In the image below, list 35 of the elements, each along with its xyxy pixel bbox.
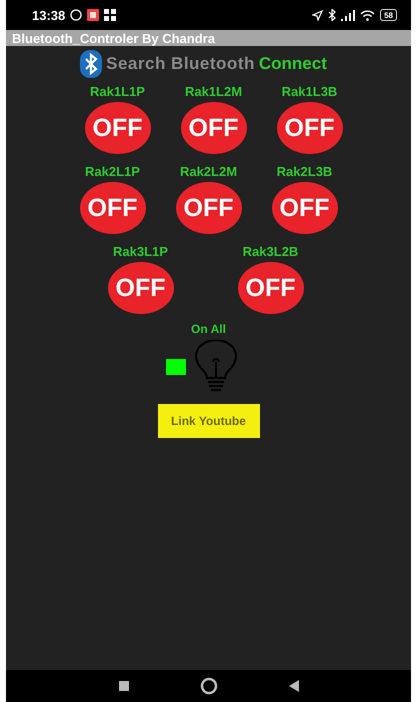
- bluetooth-icon[interactable]: [80, 50, 102, 78]
- bluetooth-icon: [328, 9, 336, 21]
- indicator-square[interactable]: [166, 359, 186, 375]
- off-button[interactable]: OFF: [176, 182, 242, 234]
- location-icon: [312, 10, 324, 20]
- back-icon[interactable]: [288, 679, 300, 693]
- chat-icon: [70, 9, 82, 21]
- grid-icon: [104, 9, 116, 21]
- signal-icon: [341, 10, 356, 20]
- off-button[interactable]: OFF: [276, 102, 342, 154]
- search-bluetooth-label[interactable]: Search Bluetooth: [106, 54, 255, 74]
- switch-label: Rak3L2B: [242, 244, 298, 261]
- clock-time: 13:38: [32, 8, 66, 22]
- off-button[interactable]: OFF: [238, 262, 304, 314]
- window-title: Bluetooth_Controler By Chandra: [12, 30, 215, 46]
- off-button[interactable]: OFF: [272, 182, 338, 234]
- switch-label: Rak2L2M: [180, 164, 238, 181]
- off-button[interactable]: OFF: [108, 262, 174, 314]
- switch-label: Rak1L2M: [184, 84, 242, 101]
- connect-button[interactable]: Connect: [258, 54, 327, 74]
- recent-apps-icon[interactable]: [118, 680, 130, 692]
- off-button[interactable]: OFF: [180, 102, 246, 154]
- switch-label: Rak2L3B: [276, 164, 332, 181]
- off-button[interactable]: OFF: [84, 102, 150, 154]
- app-icon: [87, 9, 100, 21]
- off-button[interactable]: OFF: [80, 182, 146, 234]
- switch-label: Rak3L1P: [113, 244, 168, 261]
- link-youtube-button[interactable]: Link Youtube: [158, 404, 260, 438]
- wifi-icon: [360, 10, 376, 20]
- on-all-label: On All: [191, 322, 226, 336]
- battery-indicator: 58: [380, 9, 397, 21]
- switch-label: Rak1L1P: [90, 84, 145, 101]
- home-icon[interactable]: [200, 677, 218, 695]
- switch-label: Rak1L3B: [282, 84, 338, 101]
- switch-label: Rak2L1P: [85, 164, 140, 181]
